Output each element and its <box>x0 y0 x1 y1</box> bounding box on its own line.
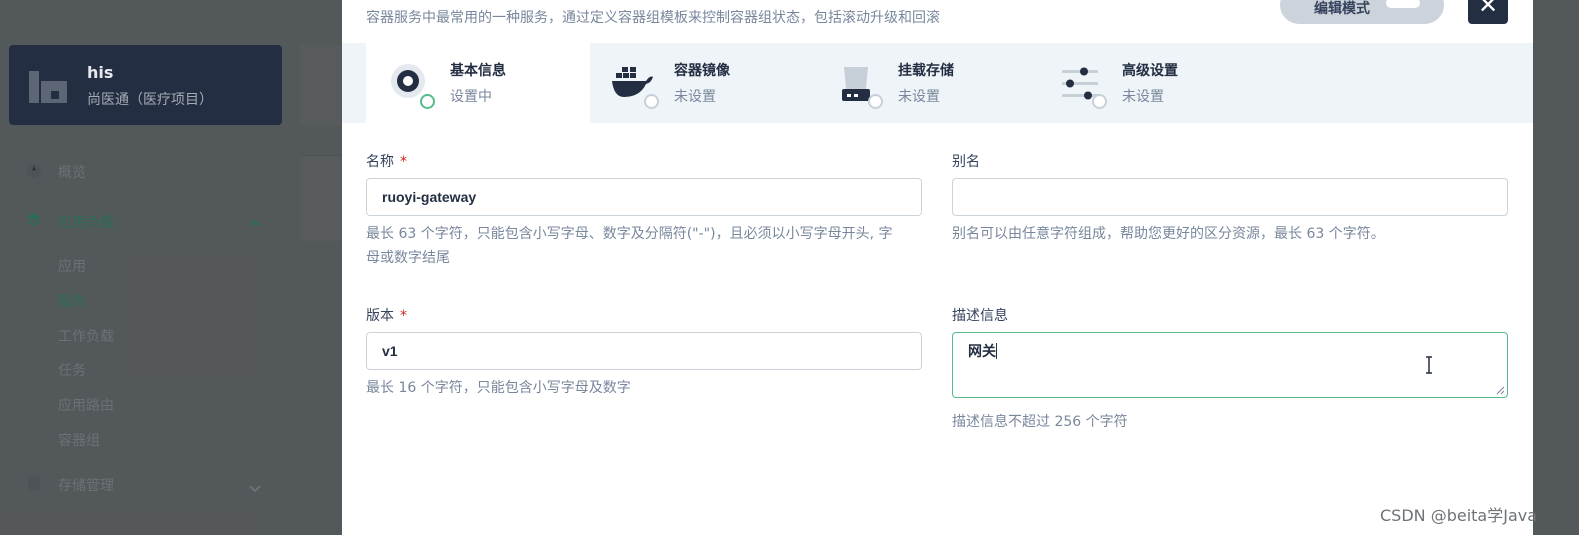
toggle-switch[interactable] <box>1386 0 1420 8</box>
nav-storage[interactable]: 存储管理 <box>58 475 114 495</box>
nav-sub-ingress[interactable]: 应用路由 <box>58 395 114 415</box>
name-label-text: 名称 <box>366 154 394 170</box>
nav-sub-workloads[interactable]: 工作负载 <box>58 326 114 346</box>
tab-basic-info[interactable]: 基本信息 设置中 <box>366 43 590 123</box>
name-help: 最长 63 个字符，只能包含小写字母、数字及分隔符("-")，且必须以小写字母开… <box>366 222 926 270</box>
tab-title: 容器镜像 <box>674 63 730 79</box>
step-tabs: 基本信息 设置中 容器镜像 未设置 挂载存储 未设置 高级设置 未设置 <box>342 43 1533 123</box>
nav-sub-apps[interactable]: 应用 <box>58 256 86 276</box>
status-dot <box>644 94 659 109</box>
version-label: 版本 * <box>366 305 407 325</box>
text-caret <box>996 343 997 359</box>
chevron-up-icon[interactable] <box>248 217 262 231</box>
nav-sub-services[interactable]: 服务 <box>58 291 86 311</box>
status-dot <box>868 94 883 109</box>
name-help-line1: 最长 63 个字符，只能包含小写字母、数字及分隔符("-")，且必须以小写字母开… <box>366 226 893 242</box>
nav-overview[interactable]: 概览 <box>58 162 86 182</box>
nav-sub-jobs[interactable]: 任务 <box>58 360 86 380</box>
name-label: 名称 * <box>366 151 407 171</box>
watermark: CSDN @beita学Java <box>1380 506 1538 525</box>
workspace-name: his <box>87 63 114 82</box>
tab-status: 未设置 <box>674 89 716 105</box>
modal-header: 容器服务中最常用的一种服务，通过定义容器组模板来控制容器组状态，包括滚动升级和回… <box>342 0 1533 44</box>
alias-help: 别名可以由任意字符组成，帮助您更好的区分资源，最长 63 个字符。 <box>952 226 1385 242</box>
tab-container-image[interactable]: 容器镜像 未设置 <box>590 43 814 123</box>
nav-app-workloads[interactable]: 应用负载 <box>58 212 114 232</box>
status-dot <box>420 94 435 109</box>
text-cursor-icon <box>1426 356 1432 374</box>
version-label-text: 版本 <box>366 308 394 324</box>
description-help: 描述信息不超过 256 个字符 <box>952 414 1128 430</box>
workspace-description: 尚医通（医疗项目） <box>87 92 213 108</box>
status-dot <box>1092 94 1107 109</box>
tab-title: 挂载存储 <box>898 63 954 79</box>
edit-mode-label: 编辑模式 <box>1314 1 1370 17</box>
description-text: 网关 <box>968 344 996 360</box>
alias-input[interactable] <box>952 178 1508 216</box>
resize-grip-icon[interactable] <box>1495 385 1505 395</box>
tab-title: 高级设置 <box>1122 63 1178 79</box>
version-input[interactable]: v1 <box>366 332 922 370</box>
nav-sub-pods[interactable]: 容器组 <box>58 430 100 450</box>
name-help-line2: 母或数字结尾 <box>366 250 450 266</box>
required-mark: * <box>400 154 407 170</box>
version-help: 最长 16 个字符，只能包含小写字母及数字 <box>366 380 631 396</box>
tab-status: 未设置 <box>898 89 940 105</box>
tab-title: 基本信息 <box>450 63 506 79</box>
alias-label: 别名 <box>952 154 980 170</box>
description-label: 描述信息 <box>952 308 1008 324</box>
close-button[interactable]: ✕ <box>1468 0 1508 24</box>
required-mark: * <box>400 308 407 324</box>
tab-advanced-settings[interactable]: 高级设置 未设置 <box>1038 43 1262 123</box>
name-input[interactable]: ruoyi-gateway <box>366 178 922 216</box>
workspace-card[interactable]: his 尚医通（医疗项目） <box>9 45 282 125</box>
edit-mode-toggle[interactable]: 编辑模式 <box>1280 0 1444 24</box>
layers-icon <box>27 213 41 226</box>
create-service-modal: 容器服务中最常用的一种服务，通过定义容器组模板来控制容器组状态，包括滚动升级和回… <box>342 0 1533 535</box>
tab-mount-storage[interactable]: 挂载存储 未设置 <box>814 43 1038 123</box>
overview-icon <box>27 164 41 178</box>
modal-description: 容器服务中最常用的一种服务，通过定义容器组模板来控制容器组状态，包括滚动升级和回… <box>366 10 940 26</box>
chevron-down-icon[interactable] <box>248 481 262 495</box>
workspace-icon <box>29 71 67 103</box>
tab-status: 设置中 <box>450 89 492 105</box>
tab-status: 未设置 <box>1122 89 1164 105</box>
database-icon <box>28 475 40 491</box>
